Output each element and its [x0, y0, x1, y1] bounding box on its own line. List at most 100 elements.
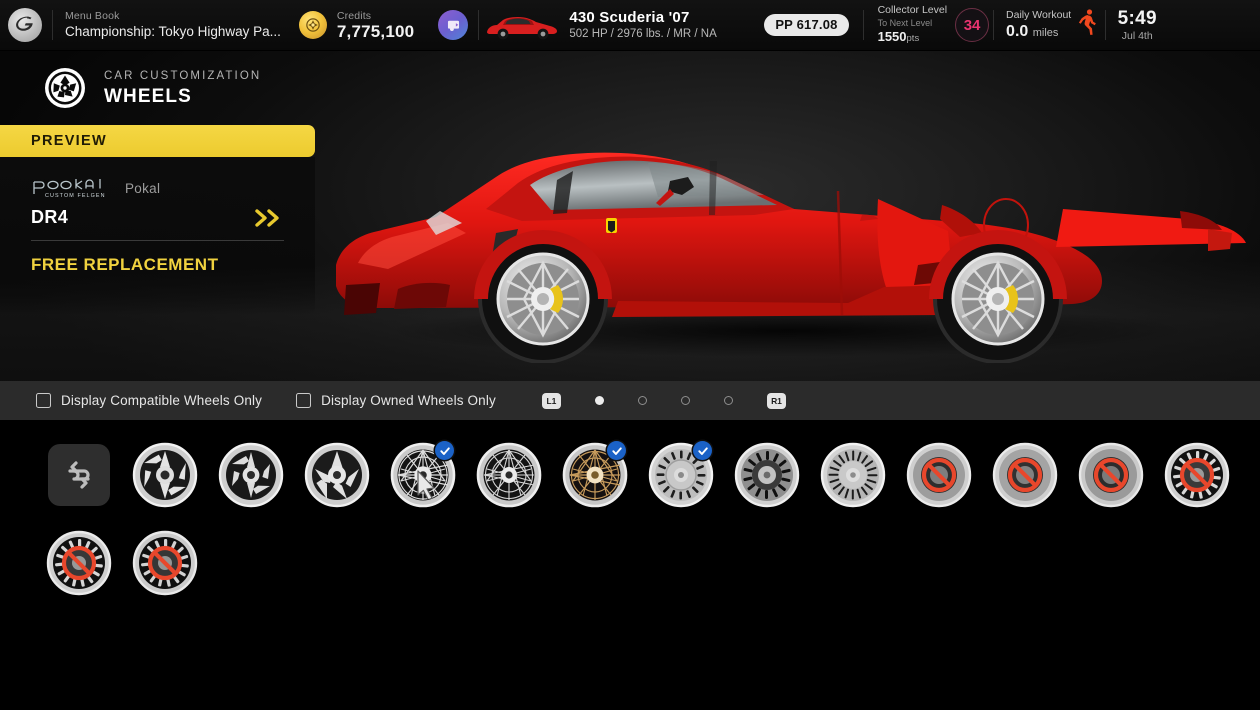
pokal-logo: CUSTOM FELGEN: [31, 177, 107, 199]
car-preview-image: [318, 113, 1248, 363]
cursor-pointer-icon: [415, 469, 439, 499]
wheel-thumb: [647, 441, 715, 509]
clock-time: 5:49: [1116, 8, 1158, 29]
wheel-thumb-locked: [45, 529, 113, 597]
wheel-option-12-locked[interactable]: [1068, 432, 1154, 518]
filter-compatible-wheels[interactable]: Display Compatible Wheels Only: [36, 393, 262, 408]
wheel-brand-name: Pokal: [125, 181, 160, 196]
car-thumbnail-icon: [483, 8, 561, 42]
car-info-block[interactable]: 430 Scuderia '07 502 HP / 2976 lbs. / MR…: [569, 3, 764, 47]
car-name: 430 Scuderia '07: [569, 8, 754, 27]
wheel-option-10-locked[interactable]: [896, 432, 982, 518]
daily-workout-unit: miles: [1033, 27, 1059, 39]
wheel-option-2[interactable]: [208, 432, 294, 518]
r1-bumper-button[interactable]: R1: [767, 393, 786, 409]
wheel-option-15-locked[interactable]: [122, 520, 208, 606]
page-dot-2[interactable]: [638, 396, 647, 405]
credits-label: Credits: [337, 9, 414, 23]
wheel-thumb: [819, 441, 887, 509]
collector-level-label: Collector Level: [878, 4, 947, 17]
preview-tab[interactable]: PREVIEW: [0, 125, 315, 157]
wheel-thumb: [733, 441, 801, 509]
filter-bar: Display Compatible Wheels Only Display O…: [0, 381, 1260, 420]
wheel-option-6[interactable]: [552, 432, 638, 518]
clock-block: 5:49 Jul 4th: [1106, 8, 1168, 43]
wheel-thumb-locked: [905, 441, 973, 509]
brand-row: CUSTOM FELGEN Pokal: [0, 157, 315, 197]
wheel-thumb-locked: [991, 441, 1059, 509]
page-pager: L1 R1: [542, 393, 786, 409]
menu-book-label: Menu Book: [65, 9, 281, 23]
wheel-option-3[interactable]: [294, 432, 380, 518]
wheel-option-4-selected[interactable]: [380, 432, 466, 518]
wheel-thumb: [561, 441, 629, 509]
daily-workout-value: 0.0: [1006, 23, 1028, 40]
collector-next-label: To Next Level: [878, 17, 947, 29]
top-header-bar: Menu Book Championship: Tokyo Highway Pa…: [0, 0, 1260, 51]
selected-wheel-info-card: CUSTOM FELGEN Pokal DR4 FREE REPLACEMENT: [0, 157, 315, 315]
wheel-grid-row: [0, 432, 1260, 518]
clock-date: Jul 4th: [1116, 29, 1158, 43]
wheel-thumb-locked: [1163, 441, 1231, 509]
wheel-thumb: [303, 441, 371, 509]
gift-inbox-icon[interactable]: [438, 10, 468, 40]
wheel-icon: [42, 65, 88, 111]
wheel-option-11-locked[interactable]: [982, 432, 1068, 518]
svg-text:CUSTOM FELGEN: CUSTOM FELGEN: [45, 193, 106, 199]
reset-wheels-button[interactable]: [48, 444, 110, 506]
wheel-option-8[interactable]: [724, 432, 810, 518]
gt7-wheels-screen: Menu Book Championship: Tokyo Highway Pa…: [0, 0, 1260, 710]
collector-level-block[interactable]: Collector Level To Next Level 1550pts: [864, 3, 955, 47]
wheel-thumb-locked: [1077, 441, 1145, 509]
reset-swap-icon: [62, 460, 96, 490]
checkbox-compatible[interactable]: [36, 393, 51, 408]
pp-badge: PP 617.08: [764, 14, 848, 36]
menu-book-block[interactable]: Menu Book Championship: Tokyo Highway Pa…: [53, 3, 293, 47]
wheel-thumb: [217, 441, 285, 509]
wheel-thumb-locked: [131, 529, 199, 597]
wheel-option-14-locked[interactable]: [36, 520, 122, 606]
wheel-thumbnail-grid: [0, 432, 1260, 632]
filter-owned-wheels[interactable]: Display Owned Wheels Only: [296, 393, 496, 408]
page-dot-1[interactable]: [595, 396, 604, 405]
runner-icon: [1077, 8, 1099, 43]
wheel-option-7[interactable]: [638, 432, 724, 518]
preview-label: PREVIEW: [31, 133, 107, 149]
credits-coin-icon: [299, 11, 327, 39]
wheel-price: FREE REPLACEMENT: [31, 255, 315, 275]
wheel-thumb: [475, 441, 543, 509]
wheel-option-1[interactable]: [122, 432, 208, 518]
checkbox-owned[interactable]: [296, 393, 311, 408]
gt-logo-icon[interactable]: [8, 8, 42, 42]
wheel-option-13-locked[interactable]: [1154, 432, 1240, 518]
page-title: WHEELS: [104, 85, 261, 109]
double-chevron-right-icon[interactable]: [254, 208, 284, 228]
page-dot-4[interactable]: [724, 396, 733, 405]
wheel-model-name: DR4: [31, 207, 68, 228]
daily-workout-label: Daily Workout: [1006, 8, 1071, 22]
wheel-thumb: [389, 441, 457, 509]
owned-check-badge: [607, 441, 626, 460]
owned-check-badge: [435, 441, 454, 460]
collector-points: 1550: [878, 29, 907, 44]
header-divider-2: [478, 10, 479, 40]
wheel-thumb: [131, 441, 199, 509]
reset-wheels-cell[interactable]: [36, 432, 122, 518]
credits-block[interactable]: Credits 7,775,100: [327, 3, 428, 47]
pagination-dots: [578, 396, 750, 405]
daily-workout-block[interactable]: Daily Workout 0.0 miles: [994, 3, 1077, 47]
collector-points-unit: pts: [907, 33, 920, 44]
owned-check-badge: [693, 441, 712, 460]
wheel-option-9[interactable]: [810, 432, 896, 518]
car-spec: 502 HP / 2976 lbs. / MR / NA: [569, 27, 754, 42]
menu-book-value: Championship: Tokyo Highway Pa...: [65, 23, 281, 41]
wheel-model-row[interactable]: DR4: [31, 207, 284, 241]
l1-bumper-button[interactable]: L1: [542, 393, 561, 409]
section-header: CAR CUSTOMIZATION WHEELS: [0, 58, 320, 118]
collector-level-badge: 34: [955, 8, 989, 42]
filter-compatible-label: Display Compatible Wheels Only: [61, 393, 262, 408]
wheel-option-5[interactable]: [466, 432, 552, 518]
wheel-grid-row: [0, 520, 1260, 606]
page-dot-3[interactable]: [681, 396, 690, 405]
credits-value: 7,775,100: [337, 23, 414, 41]
